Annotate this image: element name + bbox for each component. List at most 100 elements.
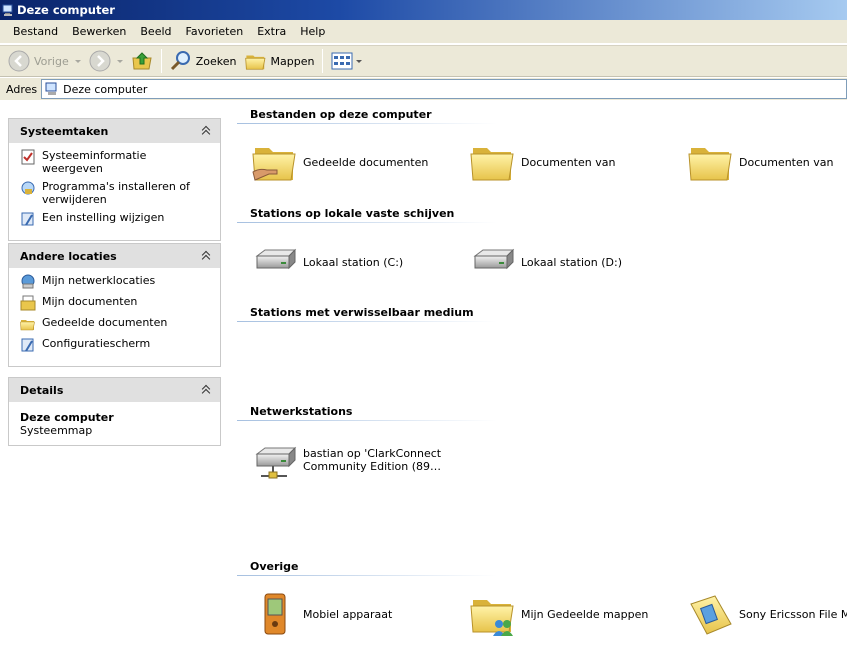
place-control-panel[interactable]: Configuratiescherm — [20, 337, 210, 353]
folder-icon — [687, 138, 735, 186]
item-shared-folders[interactable]: Mijn Gedeelde mappen — [469, 590, 648, 638]
collapse-chevron-icon[interactable] — [200, 384, 212, 396]
place-my-documents[interactable]: Mijn documenten — [20, 295, 210, 311]
toolbar-separator — [160, 49, 162, 73]
item-file-manager[interactable]: Sony Ericsson File Manager — [687, 590, 847, 638]
address-field[interactable]: Deze computer — [41, 79, 847, 99]
task-view-system-info[interactable]: Systeeminformatie weergeven — [20, 149, 210, 175]
shared-folders-icon — [469, 590, 517, 636]
item-label: Sony Ericsson File Manager — [739, 607, 847, 621]
mobile-device-icon — [264, 593, 286, 635]
group-divider — [237, 321, 497, 322]
item-network-drive[interactable]: bastian op 'ClarkConnect Community Editi… — [251, 436, 441, 484]
task-label: Systeeminformatie weergeven — [42, 149, 147, 175]
place-network-locations[interactable]: Mijn netwerklocaties — [20, 274, 210, 290]
other-places-header[interactable]: Andere locaties — [9, 244, 220, 268]
search-button[interactable]: Zoeken — [166, 47, 241, 75]
group-divider — [237, 420, 497, 421]
place-shared-documents[interactable]: Gedeelde documenten — [20, 316, 210, 332]
hard-drive-icon — [251, 238, 299, 286]
collapse-chevron-icon[interactable] — [200, 250, 212, 262]
system-tasks-header[interactable]: Systeemtaken — [9, 119, 220, 143]
details-title: Details — [20, 383, 64, 397]
toolbar-separator — [322, 49, 324, 73]
item-label: Documenten van — [739, 155, 834, 169]
task-pane: Systeemtaken Systeeminformatie weergeven… — [0, 100, 233, 648]
item-drive-c[interactable]: Lokaal station (C:) — [251, 238, 403, 286]
details-item-name: Deze computer — [20, 411, 114, 424]
views-icon — [331, 52, 353, 70]
group-title-network: Netwerkstations — [250, 405, 353, 418]
item-drive-d[interactable]: Lokaal station (D:) — [469, 238, 622, 286]
item-mobile-device[interactable]: Mobiel apparaat — [251, 590, 392, 638]
group-divider — [237, 222, 497, 223]
group-title-removable: Stations met verwisselbaar medium — [250, 306, 474, 319]
other-places-panel: Andere locaties Mijn netwerklocaties Mij… — [8, 243, 221, 367]
menu-extra[interactable]: Extra — [250, 23, 293, 40]
menu-favorieten[interactable]: Favorieten — [179, 23, 251, 40]
folder-up-icon — [132, 52, 152, 70]
task-change-setting[interactable]: Een instelling wijzigen — [20, 211, 210, 227]
menu-bar: Bestand Bewerken Beeld Favorieten Extra … — [0, 20, 847, 44]
folders-button[interactable]: Mappen — [241, 47, 319, 75]
views-button[interactable] — [327, 47, 366, 75]
menu-bestand[interactable]: Bestand — [6, 23, 65, 40]
item-label: Lokaal station (D:) — [521, 255, 622, 269]
details-panel: Details Deze computer Systeemmap — [8, 377, 221, 446]
folders-label: Mappen — [270, 54, 315, 68]
item-documents-1[interactable]: Documenten van — [469, 138, 615, 186]
item-shared-documents[interactable]: Gedeelde documenten — [251, 138, 428, 186]
network-places-icon — [21, 274, 35, 289]
back-label: Vorige — [34, 54, 69, 68]
group-divider — [237, 575, 497, 576]
details-header[interactable]: Details — [9, 378, 220, 402]
item-label: Documenten van — [521, 155, 616, 169]
system-tasks-panel: Systeemtaken Systeeminformatie weergeven… — [8, 118, 221, 241]
network-drive-line-1: bastian op 'ClarkConnect — [303, 447, 442, 460]
content-pane: Bestanden op deze computer Gedeelde docu… — [233, 100, 847, 648]
shared-folder-icon — [252, 138, 299, 181]
file-manager-icon — [690, 595, 732, 635]
search-icon — [170, 51, 190, 71]
folder-icon — [20, 316, 36, 332]
folder-icon — [469, 138, 517, 186]
control-panel-icon — [21, 212, 34, 226]
item-label: Mobiel apparaat — [303, 607, 393, 621]
title-bar: Deze computer — [0, 0, 847, 20]
network-drive-line-2: Community Edition (89… — [303, 460, 442, 473]
menu-help[interactable]: Help — [293, 23, 332, 40]
menu-beeld[interactable]: Beeld — [133, 23, 178, 40]
my-documents-icon — [20, 295, 36, 311]
back-button[interactable]: Vorige — [4, 47, 85, 75]
back-arrow-icon — [8, 50, 30, 72]
install-programs-icon — [21, 181, 35, 195]
task-label: Een instelling wijzigen — [42, 211, 165, 224]
other-places-title: Andere locaties — [20, 249, 117, 263]
network-drive-icon — [251, 436, 299, 479]
collapse-chevron-icon[interactable] — [200, 125, 212, 137]
back-dropdown-icon[interactable] — [74, 59, 81, 63]
forward-button[interactable] — [85, 47, 127, 75]
details-item-type: Systeemmap — [20, 424, 93, 437]
address-bar: Adres Deze computer — [0, 78, 847, 100]
item-documents-2[interactable]: Documenten van — [687, 138, 833, 186]
forward-arrow-icon — [89, 50, 111, 72]
up-folder-button[interactable] — [127, 47, 157, 75]
toolbar: Vorige Zoeken Mappen — [0, 45, 847, 77]
group-title-other: Overige — [250, 560, 299, 573]
item-label: Gedeelde documenten — [303, 155, 429, 169]
address-value: Deze computer — [63, 82, 148, 96]
place-label: Mijn documenten — [42, 295, 138, 308]
hard-drive-icon — [469, 238, 517, 286]
computer-icon — [45, 82, 57, 95]
folders-icon — [245, 50, 267, 72]
place-label: Configuratiescherm — [42, 337, 151, 350]
item-label: bastian op 'ClarkConnect Community Editi… — [303, 447, 441, 473]
forward-dropdown-icon[interactable] — [116, 59, 123, 63]
address-label: Adres — [6, 82, 38, 96]
views-dropdown-icon[interactable] — [356, 59, 363, 63]
task-add-remove-programs[interactable]: Programma's installeren of verwijderen — [20, 180, 210, 206]
group-title-files: Bestanden op deze computer — [250, 108, 432, 121]
item-label: Lokaal station (C:) — [303, 255, 404, 269]
menu-bewerken[interactable]: Bewerken — [65, 23, 133, 40]
